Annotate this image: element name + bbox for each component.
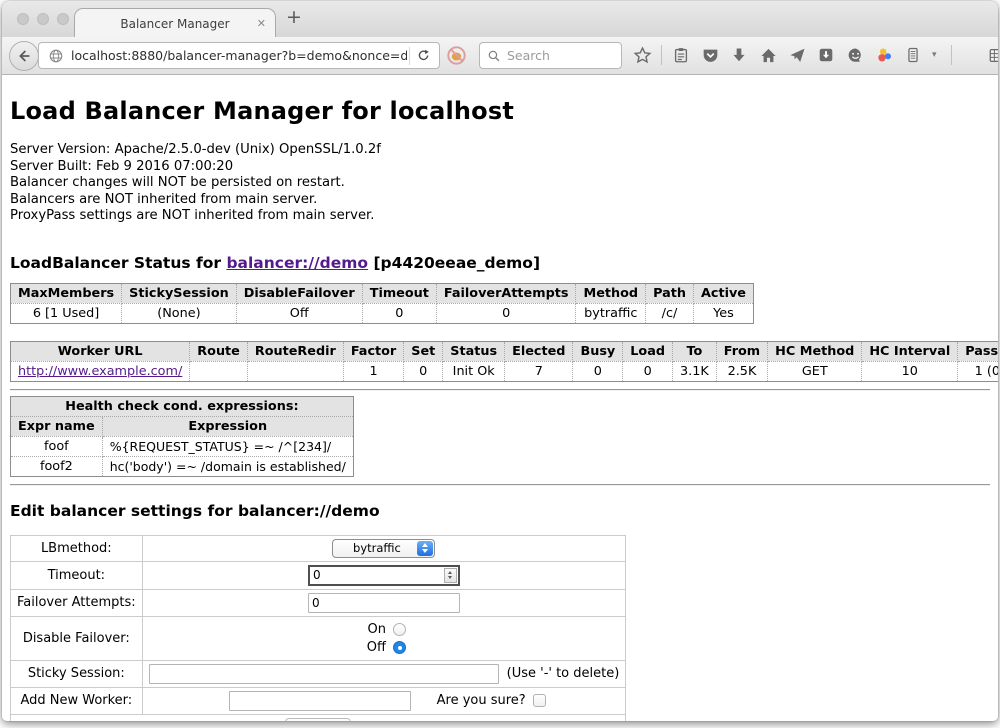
search-bar[interactable]: [479, 42, 622, 69]
table-row: http://www.example.com/ 1 0 Init Ok 7 0 …: [11, 361, 999, 381]
lbmethod-selected-value: bytraffic: [353, 541, 401, 555]
content-block-icon[interactable]: [446, 45, 467, 66]
close-window-button[interactable]: [17, 13, 29, 25]
url-text[interactable]: localhost:8880/balancer-manager?b=demo&n…: [71, 48, 407, 63]
browser-window: Balancer Manager ✕ + localhost:8880/bala…: [2, 1, 998, 721]
reading-list-icon[interactable]: [671, 45, 691, 65]
send-icon[interactable]: [787, 45, 807, 65]
sidebar-grid-icon[interactable]: [988, 45, 998, 65]
submit-button[interactable]: Submit: [285, 718, 352, 721]
reload-icon[interactable]: [416, 48, 431, 63]
toolbar-separator-2: [951, 45, 952, 65]
globe-icon[interactable]: [48, 48, 64, 64]
url-bar[interactable]: localhost:8880/balancer-manager?b=demo&n…: [38, 42, 440, 69]
chat-smiley-icon[interactable]: [845, 45, 865, 65]
server-version-line: Server Version: Apache/2.5.0-dev (Unix) …: [10, 142, 990, 159]
clipboard-manager-icon[interactable]: [903, 45, 923, 65]
table-row: foof2 hc('body') =~ /domain is establish…: [11, 456, 354, 476]
table-title-row: Health check cond. expressions:: [11, 396, 354, 416]
server-built-line: Server Built: Feb 9 2016 07:00:20: [10, 159, 990, 176]
lbmethod-label: LBmethod:: [11, 535, 143, 561]
table-header-row: MaxMembers StickySession DisableFailover…: [11, 283, 754, 303]
timeout-input[interactable]: [310, 568, 444, 582]
new-tab-button[interactable]: +: [286, 6, 302, 28]
worker-url-link[interactable]: http://www.example.com/: [18, 364, 182, 379]
failover-attempts-input[interactable]: [308, 593, 460, 613]
are-you-sure-checkbox[interactable]: [533, 694, 546, 707]
disable-failover-on-radio[interactable]: [393, 623, 406, 636]
page-title: Load Balancer Manager for localhost: [10, 97, 990, 125]
balancer-demo-link[interactable]: balancer://demo: [226, 254, 368, 272]
table-row: 6 [1 Used] (None) Off 0 0 bytraffic /c/ …: [11, 303, 754, 323]
form-row-sticky-session: Sticky Session: (Use '-' to delete): [11, 660, 626, 687]
divider: [10, 389, 990, 391]
bookmark-star-icon[interactable]: [632, 45, 652, 65]
form-row-submit: Submit: [11, 714, 626, 721]
form-row-lbmethod: LBmethod: bytraffic: [11, 535, 626, 561]
search-icon: [487, 49, 501, 63]
persist-note-line: Balancer changes will NOT be persisted o…: [10, 175, 990, 192]
toolbar-icons: ▾: [632, 45, 998, 65]
tab-balancer-manager[interactable]: Balancer Manager ✕: [74, 8, 276, 38]
toolbar-separator: [661, 45, 662, 65]
number-spinner-icon[interactable]: [444, 568, 457, 583]
minimize-window-button[interactable]: [37, 13, 49, 25]
tab-close-icon[interactable]: ✕: [257, 17, 266, 30]
back-button[interactable]: [9, 41, 39, 71]
window-controls: [17, 13, 69, 25]
urlbar-separator: [409, 47, 410, 65]
add-worker-input[interactable]: [229, 691, 411, 711]
failover-attempts-label: Failover Attempts:: [11, 589, 143, 616]
search-input[interactable]: [507, 48, 621, 63]
edit-settings-heading: Edit balancer settings for balancer://de…: [10, 502, 990, 520]
edit-balancer-form: LBmethod: bytraffic Timeout:: [10, 535, 626, 721]
form-row-add-worker: Add New Worker: Are you sure?: [11, 687, 626, 714]
back-icon: [15, 47, 33, 65]
health-table-title: Health check cond. expressions:: [11, 396, 354, 416]
proxypass-note-line: ProxyPass settings are NOT inherited fro…: [10, 208, 990, 225]
radio-on-label: On: [362, 622, 386, 637]
page-content: Load Balancer Manager for localhost Serv…: [2, 76, 998, 721]
health-check-table: Health check cond. expressions: Expr nam…: [10, 396, 354, 477]
form-row-failover-attempts: Failover Attempts:: [11, 589, 626, 616]
table-header-row: Worker URL Route RouteRedir Factor Set S…: [11, 341, 999, 361]
download-icon[interactable]: [729, 45, 749, 65]
home-icon[interactable]: [758, 45, 778, 65]
balancer-status-table: MaxMembers StickySession DisableFailover…: [10, 283, 754, 324]
tab-title: Balancer Manager: [120, 17, 229, 31]
loadbalancer-status-heading: LoadBalancer Status for balancer://demo …: [10, 254, 990, 272]
lbmethod-select[interactable]: bytraffic: [332, 539, 435, 558]
nav-toolbar: localhost:8880/balancer-manager?b=demo&n…: [2, 37, 998, 75]
table-row: foof %{REQUEST_STATUS} =~ /^[234]/: [11, 436, 354, 456]
form-row-timeout: Timeout:: [11, 561, 626, 589]
select-stepper-icon: [417, 541, 433, 556]
form-row-disable-failover: Disable Failover: On Off: [11, 616, 626, 660]
pocket-icon[interactable]: [700, 45, 720, 65]
radio-off-label: Off: [362, 640, 386, 655]
worker-table: Worker URL Route RouteRedir Factor Set S…: [10, 341, 998, 382]
save-page-icon[interactable]: [816, 45, 836, 65]
add-worker-label: Add New Worker:: [11, 687, 143, 714]
sticky-session-input[interactable]: [149, 664, 499, 684]
zoom-window-button[interactable]: [57, 13, 69, 25]
timeout-field[interactable]: [308, 565, 460, 586]
table-header-row: Expr name Expression: [11, 416, 354, 436]
tab-bar: Balancer Manager ✕ +: [2, 1, 998, 37]
divider: [10, 484, 990, 486]
extensions-dots-icon[interactable]: [874, 45, 894, 65]
sticky-session-hint: (Use '-' to delete): [499, 666, 620, 681]
inherit-note-line: Balancers are NOT inherited from main se…: [10, 192, 990, 209]
sticky-session-label: Sticky Session:: [11, 660, 143, 687]
server-info: Server Version: Apache/2.5.0-dev (Unix) …: [10, 142, 990, 225]
disable-failover-off-radio[interactable]: [393, 641, 406, 654]
overflow-caret-icon[interactable]: ▾: [932, 50, 942, 60]
are-you-sure-label: Are you sure?: [437, 693, 526, 708]
disable-failover-label: Disable Failover:: [11, 616, 143, 660]
menu-icon[interactable]: [961, 45, 979, 65]
timeout-label: Timeout:: [11, 561, 143, 589]
